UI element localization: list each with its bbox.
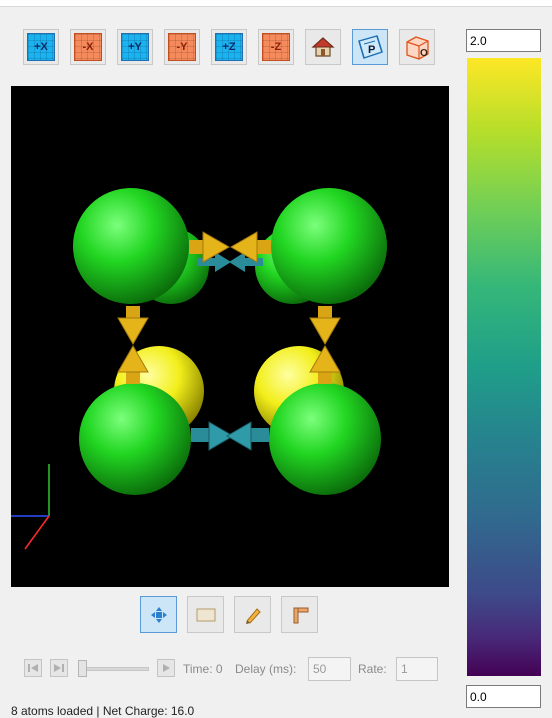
draw-mode-button[interactable] [234, 596, 271, 633]
view-minus-y-button[interactable]: -Y [164, 29, 200, 65]
play-icon [163, 664, 170, 672]
view-plus-x-button[interactable]: +X [23, 29, 59, 65]
axis-triad [11, 464, 50, 550]
measure-icon [293, 607, 308, 623]
status-bar-text: 8 atoms loaded | Net Charge: 16.0 [11, 704, 195, 718]
first-frame-button[interactable] [24, 659, 42, 677]
window-top-edge [0, 0, 552, 7]
pencil-icon [245, 607, 261, 624]
teal-arrow-bottom-right [226, 421, 269, 451]
perspective-letter: P [368, 44, 375, 56]
home-icon [311, 37, 335, 57]
view-minus-y-label: -Y [168, 33, 196, 61]
view-plus-y-label: +Y [121, 33, 149, 61]
skip-forward-icon [54, 664, 64, 672]
animation-controls: Time: 0 Delay (ms): 50 Rate: 1 [0, 657, 460, 681]
rate-input[interactable]: 1 [396, 657, 438, 681]
view-minus-x-label: -X [74, 33, 102, 61]
perspective-icon: P [358, 35, 383, 59]
last-frame-button[interactable] [50, 659, 68, 677]
view-minus-z-label: -Z [262, 33, 290, 61]
perspective-projection-button[interactable]: P [352, 29, 388, 65]
view-plus-y-button[interactable]: +Y [117, 29, 153, 65]
view-plus-z-label: +Z [215, 33, 243, 61]
view-minus-z-button[interactable]: -Z [258, 29, 294, 65]
atom-front-bottom-left [79, 383, 191, 495]
gold-arrow-left-down [117, 306, 149, 346]
orthographic-icon: O [406, 36, 429, 60]
rate-label: Rate: [358, 662, 387, 676]
frame-slider-handle[interactable] [78, 660, 87, 677]
frame-slider-track[interactable] [81, 667, 149, 671]
play-button[interactable] [157, 659, 175, 677]
colorbar-min-input[interactable]: 0.0 [466, 685, 541, 708]
delay-input[interactable]: 50 [308, 657, 351, 681]
home-view-button[interactable] [305, 29, 341, 65]
select-mode-button[interactable] [187, 596, 224, 633]
move-mode-button[interactable] [140, 596, 177, 633]
move-icon [150, 606, 167, 623]
gold-arrow-right-down [309, 306, 341, 346]
colorbar-max-input[interactable]: 2.0 [466, 29, 541, 52]
atom-front-top-right [271, 188, 387, 304]
colorbar-gradient [467, 58, 541, 676]
measure-mode-button[interactable] [281, 596, 318, 633]
delay-label: Delay (ms): [235, 662, 297, 676]
orthographic-letter: O [420, 48, 428, 59]
molecule-3d-viewport[interactable] [11, 86, 449, 587]
select-rect-icon [196, 608, 215, 621]
time-label: Time: 0 [183, 662, 223, 676]
skip-back-icon [28, 664, 38, 672]
view-plus-z-button[interactable]: +Z [211, 29, 247, 65]
view-minus-x-button[interactable]: -X [70, 29, 106, 65]
atom-front-bottom-right [269, 383, 381, 495]
atom-front-top-left [73, 188, 189, 304]
view-plus-x-label: +X [27, 33, 55, 61]
orthographic-projection-button[interactable]: O [399, 29, 435, 65]
